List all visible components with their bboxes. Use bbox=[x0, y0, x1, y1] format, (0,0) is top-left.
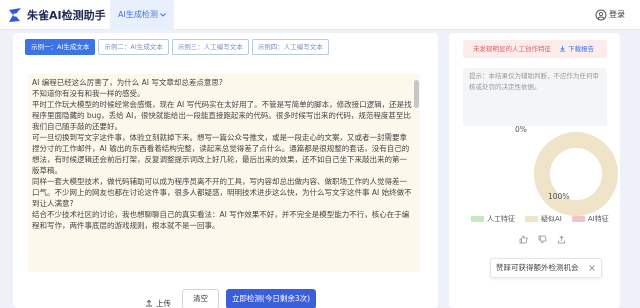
editor-paragraph: 平时工作玩大模型的时候经常会感慨，现在 AI 写代码实在太好用了。不管是写简单的… bbox=[32, 100, 412, 131]
example-tab-1[interactable]: 示例一：AI生成文本 bbox=[25, 39, 96, 55]
detect-button[interactable]: 立即检测(今日剩余3次) bbox=[226, 289, 316, 308]
pct-low-label: 0% bbox=[515, 125, 527, 134]
legend-item-human: 人工特征 bbox=[471, 214, 515, 224]
nav-tab-label: AI生成检测 bbox=[118, 10, 158, 19]
detection-panel: 示例一：AI生成文本 示例二：AI生成文本 示例三：人工编写文本 示例四：人工编… bbox=[13, 33, 438, 308]
share-icon[interactable] bbox=[557, 235, 566, 244]
top-bar: 朱雀AI检测助手 AI生成检测 登录 bbox=[0, 0, 640, 30]
donut-chart bbox=[534, 132, 618, 216]
result-chart: 0% 100% bbox=[449, 33, 620, 233]
example-tabs: 示例一：AI生成文本 示例二：AI生成文本 示例三：人工编写文本 示例四：人工编… bbox=[25, 39, 329, 55]
user-icon[interactable] bbox=[595, 9, 607, 21]
upload-label: 上传 bbox=[156, 298, 171, 308]
legend-swatch bbox=[471, 216, 484, 222]
editor-paragraph: 不知道你有没有和我一样的感受。 bbox=[32, 89, 145, 98]
thumb-up-icon[interactable] bbox=[519, 235, 528, 244]
legend-item-ai: AI特征 bbox=[571, 214, 609, 224]
promo-popup: 赞踩可获得额外检测机会 bbox=[490, 258, 602, 278]
example-tab-4[interactable]: 示例四：人工编写文本 bbox=[251, 39, 329, 55]
editor-text: AI 编程已经这么厉害了，为什么 AI 写文章却总差点意思? 不知道你有没有和我… bbox=[32, 77, 412, 231]
upload-button[interactable]: 上传 bbox=[145, 295, 171, 308]
legend-swatch bbox=[525, 216, 538, 222]
chart-legend: 人工特征 疑似AI AI特征 bbox=[471, 214, 609, 224]
editor-paragraph: 可一旦切换到写文字这件事，体验立刻就掉下来。想写一篇公众号推文，或是一段走心的文… bbox=[32, 133, 410, 175]
text-input-area[interactable]: AI 编程已经这么厉害了，为什么 AI 写文章却总差点意思? 不知道你有没有和我… bbox=[28, 74, 420, 272]
editor-paragraph: 结合不少技术社区的讨论，我也想聊聊自己的真实看法：AI 写作效果不好，并不完全是… bbox=[32, 210, 410, 230]
clear-button[interactable]: 清空 bbox=[182, 289, 219, 308]
editor-scrollbar[interactable] bbox=[414, 80, 419, 108]
feedback-buttons bbox=[519, 235, 566, 244]
close-icon[interactable] bbox=[588, 264, 596, 272]
example-tab-3[interactable]: 示例三：人工编写文本 bbox=[171, 39, 249, 55]
app-title: 朱雀AI检测助手 bbox=[27, 9, 106, 22]
legend-label: 疑似AI bbox=[541, 215, 562, 223]
login-link[interactable]: 登录 bbox=[609, 9, 625, 20]
editor-paragraph: 同样一套大模型技术，做代码辅助可以成为程序员离不开的工具，写内容却总出做内容、做… bbox=[32, 177, 412, 208]
pct-high-label: 100% bbox=[548, 192, 570, 201]
result-panel: 未发现明显的人工创作特征 下载报告 提示：本结果仅为辅助判断，不应作为任何审核或… bbox=[449, 33, 620, 308]
nav-tab-ai-detect[interactable]: AI生成检测 bbox=[110, 0, 174, 30]
thumb-down-icon[interactable] bbox=[538, 235, 547, 244]
example-tab-2[interactable]: 示例二：AI生成文本 bbox=[98, 39, 169, 55]
upload-icon bbox=[146, 299, 152, 307]
legend-label: 人工特征 bbox=[487, 215, 515, 223]
promo-text: 赞踩可获得额外检测机会 bbox=[496, 263, 579, 272]
legend-label: AI特征 bbox=[587, 215, 609, 223]
chevron-down-icon bbox=[160, 13, 166, 17]
legend-swatch bbox=[571, 216, 585, 222]
editor-paragraph: AI 编程已经这么厉害了，为什么 AI 写文章却总差点意思? bbox=[32, 78, 223, 87]
legend-item-suspect-ai: 疑似AI bbox=[525, 214, 562, 224]
zhuque-logo-icon bbox=[9, 8, 21, 22]
